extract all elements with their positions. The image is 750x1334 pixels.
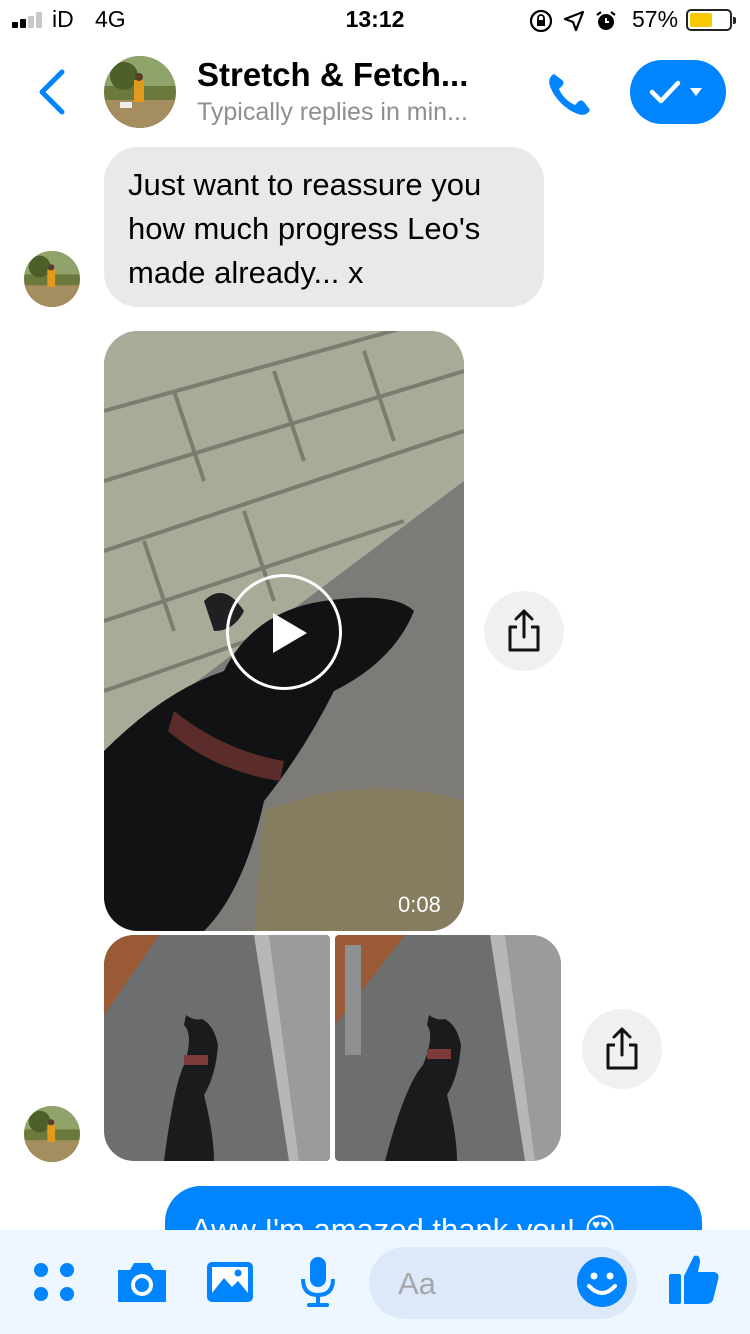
photo-attachment[interactable] [104, 935, 330, 1161]
chat-header: Stretch & Fetch... Typically replies in … [0, 40, 750, 140]
checkmark-dropdown-icon [649, 80, 702, 104]
location-arrow-icon [563, 10, 585, 32]
share-video-button[interactable] [484, 591, 564, 671]
microphone-icon[interactable] [290, 1254, 346, 1310]
message-input-placeholder: Aa [398, 1266, 436, 1301]
contact-avatar[interactable] [104, 56, 176, 128]
contact-avatar-small[interactable] [24, 1106, 80, 1162]
status-bar: iD 4G 13:12 57% [0, 0, 750, 40]
apps-grid-icon[interactable] [26, 1254, 82, 1310]
contact-avatar-small[interactable] [24, 251, 80, 307]
photo-attachment[interactable] [335, 935, 561, 1161]
battery-icon [686, 9, 736, 31]
camera-icon[interactable] [114, 1254, 170, 1310]
contact-status: Typically replies in min... [197, 98, 468, 126]
back-chevron-icon[interactable] [36, 68, 70, 116]
status-icons [528, 8, 618, 34]
thumbs-up-icon[interactable] [666, 1250, 722, 1306]
share-photos-button[interactable] [582, 1009, 662, 1089]
checkmark-dropdown-button[interactable] [630, 60, 726, 124]
orientation-lock-icon [529, 9, 553, 33]
photo-gallery-icon[interactable] [202, 1254, 258, 1310]
phone-icon[interactable] [544, 68, 596, 120]
video-duration: 0:08 [398, 892, 441, 917]
alarm-clock-icon [596, 11, 616, 30]
emoji-icon[interactable] [574, 1254, 630, 1310]
contact-name[interactable]: Stretch & Fetch... [197, 56, 468, 94]
share-icon [606, 1027, 638, 1070]
incoming-message-bubble[interactable]: Just want to reassure you how much progr… [104, 147, 544, 307]
battery-fill [690, 13, 712, 27]
battery-percent: 57% [632, 6, 679, 32]
play-button-icon[interactable] [226, 574, 342, 690]
share-icon [508, 609, 540, 652]
